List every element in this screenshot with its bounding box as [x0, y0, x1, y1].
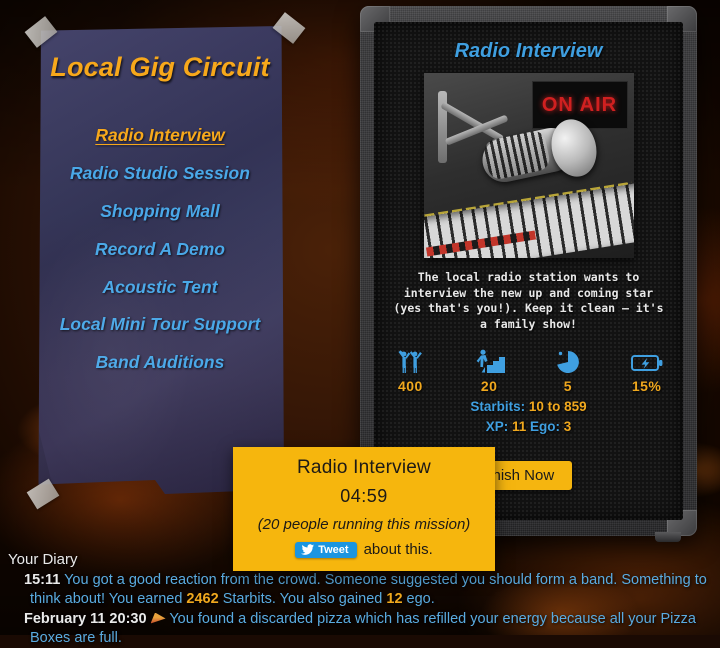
mission-stat-value: 400 — [384, 378, 437, 394]
radio-studio-image: ON AIR — [424, 73, 634, 258]
mission-list-item[interactable]: Record A Demo — [36, 231, 284, 269]
diary-entry-list: 15:11 You got a good reaction from the c… — [8, 571, 720, 648]
poster-title: Local Gig Circuit — [36, 52, 284, 83]
popup-share-row: Tweet about this. — [233, 541, 495, 558]
diary-entry-text-mid: Starbits. You also gained — [219, 591, 387, 607]
amp-foot-right — [655, 532, 681, 542]
starbits-label: Starbits: — [470, 399, 525, 414]
tweet-button-label: Tweet — [318, 544, 348, 556]
diary-entry-time: February 11 20:30 — [24, 611, 147, 627]
gig-circuit-poster: Local Gig Circuit Radio InterviewRadio S… — [36, 26, 284, 494]
xp-ego-reward-line: XP: 11 Ego: 3 — [384, 419, 673, 434]
mission-list-item[interactable]: Local Mini Tour Support — [36, 306, 284, 344]
diary-entry-text-after: ego. — [403, 591, 435, 607]
diary-entry-time: 15:11 — [24, 572, 60, 588]
mission-stat-value: 20 — [463, 378, 516, 394]
pizza-slice-icon — [151, 613, 166, 624]
mission-list-item[interactable]: Radio Studio Session — [36, 155, 284, 193]
popup-countdown-timer: 04:59 — [233, 486, 495, 507]
starbits-reward-line: Starbits: 10 to 859 — [384, 399, 673, 414]
tweet-button[interactable]: Tweet — [295, 542, 356, 558]
ego-label: Ego: — [530, 419, 560, 434]
mission-list-item[interactable]: Acoustic Tent — [36, 269, 284, 307]
mission-list-item[interactable]: Band Auditions — [36, 344, 284, 382]
diary-entry: 15:11 You got a good reaction from the c… — [8, 571, 720, 610]
mission-stat: 15% — [620, 344, 673, 394]
diary-entry-amount: 2462 — [186, 591, 218, 607]
mission-stat: 400 — [384, 344, 437, 394]
diary-entry: February 11 20:30 You found a discarded … — [8, 610, 720, 648]
mission-timer-popup: Radio Interview 04:59 (20 people running… — [233, 447, 495, 571]
mission-stat: 20 — [463, 344, 516, 394]
mission-stats-row: 400 20 5 15% — [384, 344, 673, 394]
mission-list: Radio InterviewRadio Studio SessionShopp… — [36, 117, 284, 382]
mission-list-item[interactable]: Radio Interview — [36, 117, 284, 155]
fans-icon — [384, 344, 437, 374]
energy-battery-icon — [620, 344, 673, 374]
mission-list-item[interactable]: Shopping Mall — [36, 193, 284, 231]
diary-entry-amount-secondary: 12 — [386, 591, 402, 607]
mission-title: Radio Interview — [384, 40, 673, 63]
popup-participant-count: (20 people running this mission) — [233, 516, 495, 533]
xp-label: XP: — [486, 419, 509, 434]
speaker-grille: Radio Interview ON AIR The local radio s… — [374, 22, 683, 520]
on-air-label: ON AIR — [542, 94, 617, 117]
twitter-bird-icon — [301, 544, 314, 555]
skill-level-icon — [463, 344, 516, 374]
xp-value: 11 — [512, 419, 526, 434]
share-suffix-text: about this. — [364, 541, 433, 558]
mission-description: The local radio station wants to intervi… — [392, 270, 665, 332]
mission-stat-value: 15% — [620, 378, 673, 394]
duration-clock-icon — [542, 344, 595, 374]
ego-value: 3 — [564, 419, 572, 434]
starbits-value: 10 to 859 — [529, 399, 587, 414]
mission-stat-value: 5 — [542, 378, 595, 394]
mission-stat: 5 — [542, 344, 595, 394]
popup-mission-title: Radio Interview — [233, 457, 495, 479]
